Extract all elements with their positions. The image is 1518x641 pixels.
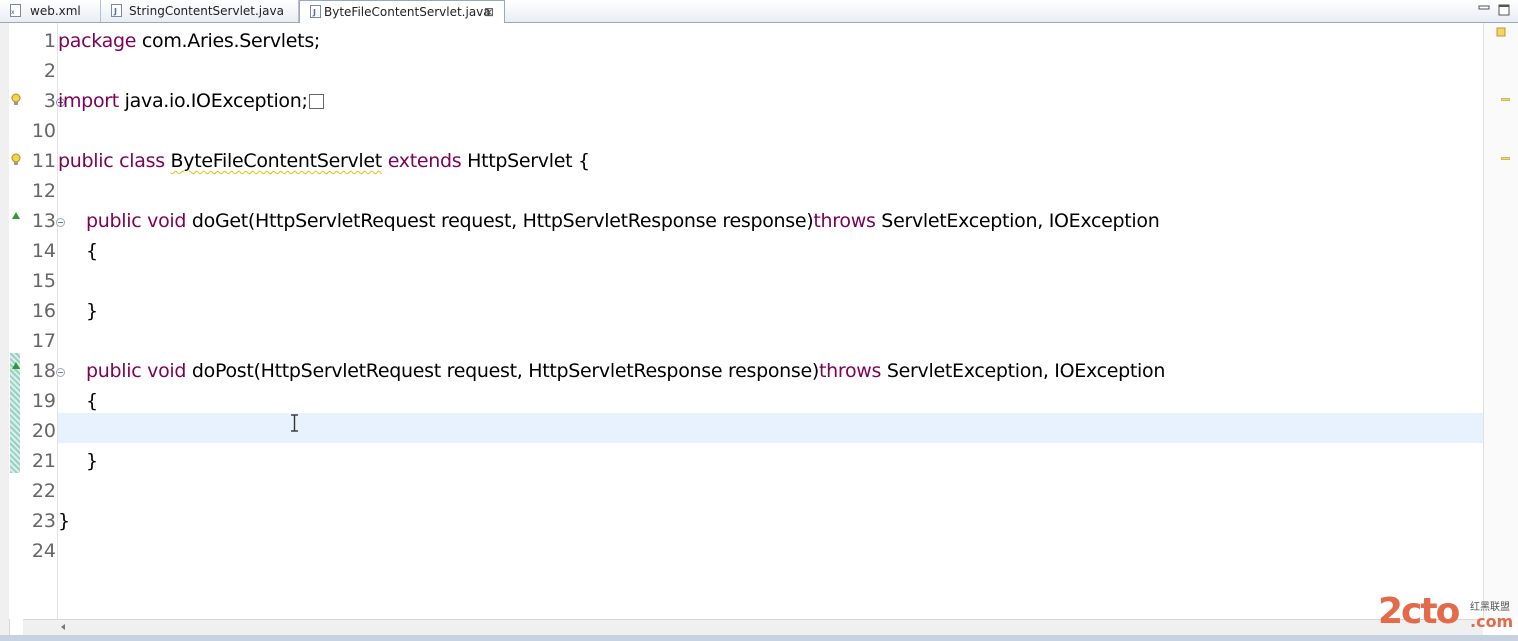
xml-file-icon: x <box>10 4 21 17</box>
line-number: 3 <box>43 90 56 112</box>
override-triangle-icon[interactable] <box>11 361 21 371</box>
watermark-main: 2cto <box>1378 591 1460 632</box>
code-text: java.io.IOException; <box>118 90 308 112</box>
svg-text:x: x <box>11 9 15 16</box>
line-number: 16 <box>31 300 56 322</box>
code-line: package com.Aries.Servlets; <box>58 26 320 56</box>
code-line: { <box>86 390 98 412</box>
line-number: 14 <box>31 240 56 262</box>
code-line: public void doPost(HttpServletRequest re… <box>86 356 1165 386</box>
code-line: } <box>86 300 98 322</box>
line-number: 13 <box>31 210 56 232</box>
tab-label: StringContentServlet.java <box>129 4 284 18</box>
tab-web-xml[interactable]: x web.xml <box>0 0 101 22</box>
class-name-warning: ByteFileContentServlet <box>170 150 383 172</box>
overview-ruler[interactable] <box>1483 23 1518 619</box>
code-line: import java.io.IOException; <box>58 86 324 116</box>
code-text: doGet(HttpServletRequest request, HttpSe… <box>186 210 814 232</box>
svg-text:J: J <box>113 7 117 16</box>
quick-diff-change-marker <box>10 353 20 473</box>
tab-label: web.xml <box>30 4 81 18</box>
line-number: 17 <box>31 330 56 352</box>
code-text: ServletException, IOException <box>881 360 1166 382</box>
keyword: package <box>58 30 137 52</box>
code-line: public class ByteFileContentServlet exte… <box>58 146 590 176</box>
keyword: throws <box>819 360 882 382</box>
line-number: 11 <box>31 150 56 172</box>
keyword: class <box>119 150 165 172</box>
eclipse-editor-window: x web.xml J StringContentServlet.java J … <box>0 0 1518 641</box>
java-file-icon: J <box>111 4 122 17</box>
editor-tab-bar: x web.xml J StringContentServlet.java J … <box>0 0 1518 23</box>
folded-imports-box[interactable] <box>308 94 324 109</box>
line-number: 21 <box>31 450 56 472</box>
warning-summary-icon[interactable] <box>1496 27 1506 37</box>
code-line: } <box>58 510 70 532</box>
watermark-domain: .com <box>1470 612 1514 631</box>
tab-bytefilecontentservlet[interactable]: J ByteFileContentServlet.java ⊠ <box>299 0 505 23</box>
keyword: public <box>86 210 142 232</box>
watermark-sub: 红黑联盟 <box>1470 602 1510 613</box>
keyword: void <box>147 210 187 232</box>
keyword: import <box>58 90 119 112</box>
tab-label: ByteFileContentServlet.java <box>324 5 491 19</box>
close-tab-icon[interactable]: ⊠ <box>484 1 494 23</box>
line-number: 15 <box>31 270 56 292</box>
tab-stringcontentservlet[interactable]: J StringContentServlet.java <box>101 0 299 22</box>
window-bottom-border <box>0 635 1518 641</box>
java-file-icon: J <box>310 5 321 18</box>
line-number: 10 <box>31 120 56 142</box>
line-number: 1 <box>43 30 56 52</box>
line-number: 2 <box>43 60 56 82</box>
code-line: } <box>86 450 98 472</box>
site-watermark-logo: 2cto 红黑联盟 .com <box>1378 592 1518 632</box>
code-text: com.Aries.Servlets; <box>136 30 321 52</box>
maximize-icon[interactable] <box>1496 2 1512 18</box>
line-number: 19 <box>31 390 56 412</box>
keyword: public <box>58 150 114 172</box>
line-number: 23 <box>31 510 56 532</box>
warning-mark[interactable] <box>1501 157 1510 160</box>
line-number-gutter: 1 2 3 10 11 12 13 14 15 16 17 18 19 20 2… <box>22 23 65 619</box>
warning-lightbulb-icon[interactable] <box>10 93 22 107</box>
code-text: HttpServlet { <box>461 150 590 172</box>
line-number: 24 <box>31 540 56 562</box>
code-text: doPost(HttpServletRequest request, HttpS… <box>186 360 819 382</box>
code-line: public void doGet(HttpServletRequest req… <box>86 206 1160 236</box>
text-cursor-icon <box>291 414 298 432</box>
warning-lightbulb-icon[interactable] <box>10 153 22 167</box>
annotation-ruler <box>9 23 22 619</box>
code-text: ServletException, IOException <box>875 210 1160 232</box>
scroll-left-icon[interactable] <box>59 623 67 631</box>
line-number: 12 <box>31 180 56 202</box>
horizontal-scrollbar[interactable] <box>23 619 1483 636</box>
keyword: void <box>147 360 187 382</box>
line-number: 20 <box>31 420 56 442</box>
minimize-icon[interactable] <box>1476 2 1492 18</box>
override-triangle-icon[interactable] <box>11 211 21 221</box>
line-number: 22 <box>31 480 56 502</box>
warning-mark[interactable] <box>1501 98 1510 101</box>
java-code-editor[interactable]: 1 2 3 10 11 12 13 14 15 16 17 18 19 20 2… <box>9 23 1483 619</box>
keyword: public <box>86 360 142 382</box>
code-line: { <box>86 240 98 262</box>
keyword: throws <box>813 210 876 232</box>
line-number: 18 <box>31 360 56 382</box>
svg-text:J: J <box>312 8 316 17</box>
keyword: extends <box>387 150 462 172</box>
code-area[interactable]: package com.Aries.Servlets; import java.… <box>58 23 1483 619</box>
